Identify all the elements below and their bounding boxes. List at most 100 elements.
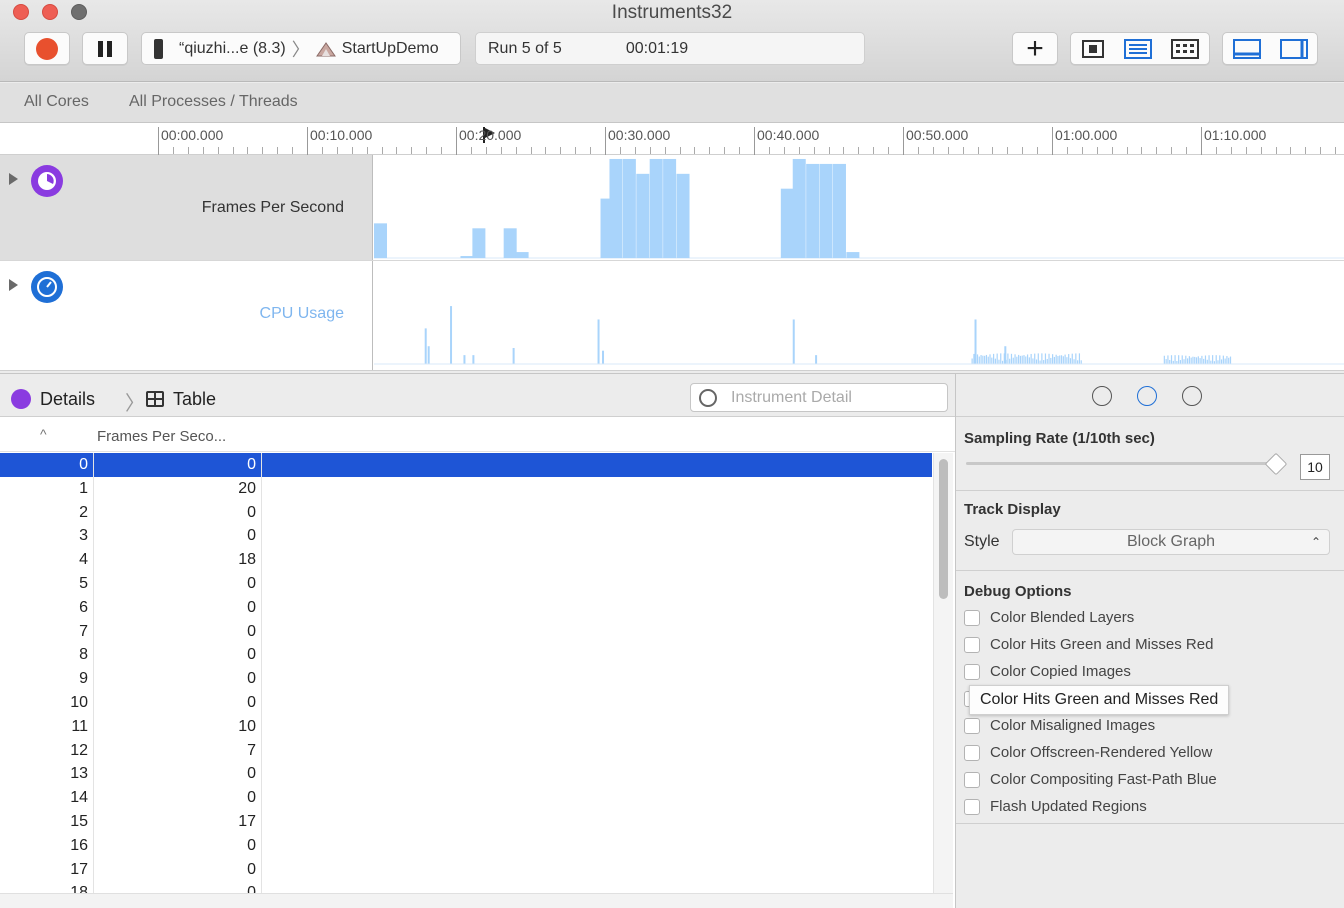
ruler-tick-label: 00:10.000 <box>307 127 372 155</box>
waveform-tab-icon[interactable] <box>1092 386 1112 406</box>
run-status[interactable]: Run 5 of 5 00:01:19 <box>475 32 865 65</box>
fps-bar <box>832 163 846 259</box>
sampling-rate-value[interactable]: 10 <box>1300 454 1330 480</box>
table-row[interactable]: 70 <box>0 620 932 644</box>
all-cores-filter[interactable]: All Cores <box>24 93 89 111</box>
track-header: Frames Per Second <box>0 155 373 260</box>
table-row[interactable]: 13 0 <box>0 762 932 786</box>
checkbox[interactable] <box>964 744 980 761</box>
ruler-minor-tick <box>1081 147 1083 154</box>
cpu-spike <box>974 319 977 365</box>
pause-button[interactable] <box>82 32 128 65</box>
table-row[interactable]: 16 0 <box>0 834 932 858</box>
cpu-noise-bar <box>1212 355 1214 365</box>
table-row[interactable]: 60 <box>0 596 932 620</box>
all-processes-filter[interactable]: All Processes / Threads <box>129 93 298 111</box>
debug-option-checkbox[interactable]: Color Copied Images <box>964 663 1131 680</box>
fps-track[interactable]: Frames Per Second <box>0 155 1344 261</box>
table-row[interactable]: 15 17 <box>0 810 932 834</box>
row-index-cell: 6 <box>79 598 88 616</box>
style-select[interactable]: Block Graph ⌃ <box>1012 529 1330 555</box>
table-row[interactable]: 12 7 <box>0 739 932 763</box>
ruler-minor-tick <box>336 147 338 154</box>
cpu-noise-bar <box>1208 355 1210 365</box>
cpu-noise-bar <box>1190 357 1192 365</box>
checkbox[interactable] <box>964 798 980 815</box>
cpu-noise-bar <box>1064 354 1066 365</box>
checkbox[interactable] <box>964 609 980 626</box>
ruler-minor-tick <box>351 147 353 154</box>
target-device-label: “qiuzhi...e (8.3) <box>179 39 286 57</box>
debug-option-checkbox[interactable]: Color Misaligned Images <box>964 717 1155 734</box>
table-row[interactable]: 1 20 <box>0 477 932 501</box>
debug-option-checkbox[interactable]: Color Blended Layers <box>964 609 1134 626</box>
add-instrument-button[interactable]: + <box>1012 32 1058 65</box>
ruler-minor-tick <box>485 147 487 154</box>
fps-value-cell: 0 <box>247 456 256 473</box>
table-row[interactable]: 30 <box>0 524 932 548</box>
breadcrumb-table[interactable]: Table <box>173 389 216 410</box>
grid-view-icon[interactable] <box>1171 38 1200 59</box>
toggle-inspector-icon[interactable] <box>1279 38 1308 59</box>
debug-option-checkbox[interactable]: Color Offscreen-Rendered Yellow <box>964 744 1212 761</box>
cpu-noise-bar <box>1073 359 1075 365</box>
table-row[interactable]: 17 0 <box>0 858 932 882</box>
cpu-gauge-icon <box>31 271 63 303</box>
row-index-cell: 7 <box>79 622 88 640</box>
checkbox[interactable] <box>964 771 980 788</box>
table-row[interactable]: 4 18 <box>0 548 932 572</box>
table-row[interactable]: 00 <box>0 453 932 477</box>
breadcrumb-details[interactable]: Details <box>40 389 95 410</box>
ruler-minor-tick <box>992 147 994 154</box>
list-view-icon[interactable] <box>1123 38 1152 59</box>
slider-knob[interactable] <box>1264 452 1288 476</box>
ruler-minor-tick <box>664 147 666 154</box>
data-table[interactable]: 0 0 1 20 2 0 3 0 4 18 5 0 6 0 7 0 8 0 9 0 10 0 11 10 12 7 13 0 14 0 15… <box>0 453 932 893</box>
cpu-track[interactable]: CPU Usage <box>0 261 1344 371</box>
debug-option-checkbox[interactable]: Color Hits Green and Misses Red <box>964 636 1213 653</box>
sampling-rate-slider[interactable] <box>966 462 1278 465</box>
table-row[interactable]: 90 <box>0 667 932 691</box>
vertical-scrollbar[interactable] <box>933 453 953 893</box>
instrument-detail-filter[interactable]: Instrument Detail <box>690 383 948 412</box>
ruler-minor-tick <box>724 147 726 154</box>
table-row[interactable]: 20 <box>0 501 932 525</box>
timeline-ruler[interactable]: 00:00.000 00:10.000 00:20.000 00:30.000 00:4… <box>0 123 1344 155</box>
table-row[interactable]: 80 <box>0 643 932 667</box>
settings-gear-tab-icon[interactable] <box>1137 386 1157 406</box>
fps-bar <box>609 158 623 259</box>
debug-option-checkbox[interactable]: Color Compositing Fast-Path Blue <box>964 771 1217 788</box>
cpu-noise-bar <box>978 356 980 365</box>
sort-ascending-icon[interactable]: ^ <box>40 426 47 442</box>
disclosure-triangle-icon[interactable] <box>9 173 18 185</box>
checkbox[interactable] <box>964 717 980 734</box>
extended-detail-tab-icon[interactable] <box>1182 386 1202 406</box>
cpu-graph[interactable] <box>374 261 1344 370</box>
target-selector[interactable]: “qiuzhi...e (8.3) 〉 StartUpDemo <box>141 32 461 65</box>
horizontal-scrollbar[interactable] <box>0 893 953 908</box>
disclosure-triangle-icon[interactable] <box>9 279 18 291</box>
table-row[interactable]: 11 10 <box>0 715 932 739</box>
table-row[interactable]: 50 <box>0 572 932 596</box>
table-row[interactable]: 14 0 <box>0 786 932 810</box>
ruler-minor-tick <box>798 147 800 154</box>
cpu-noise-bar <box>975 357 977 365</box>
scrollbar-thumb[interactable] <box>939 459 948 599</box>
table-row[interactable]: 10 0 <box>0 691 932 715</box>
record-button[interactable] <box>24 32 70 65</box>
cpu-noise-bar <box>1035 359 1038 365</box>
checkbox[interactable] <box>964 663 980 680</box>
toggle-detail-pane-icon[interactable] <box>1232 38 1261 59</box>
fps-bar <box>460 256 474 259</box>
record-settings-icon[interactable] <box>1081 39 1105 59</box>
debug-option-checkbox[interactable]: Flash Updated Regions <box>964 798 1147 815</box>
cpu-noise-bar <box>1206 359 1208 365</box>
fps-bar <box>636 173 650 259</box>
table-row[interactable]: 18 0 <box>0 881 932 893</box>
fps-value-cell: 18 <box>238 551 256 569</box>
fps-graph[interactable] <box>374 155 1344 260</box>
cpu-noise-bar <box>1167 355 1169 365</box>
column-header-fps[interactable]: Frames Per Seco... <box>97 428 226 445</box>
ruler-minor-tick <box>217 147 219 154</box>
checkbox[interactable] <box>964 636 980 653</box>
